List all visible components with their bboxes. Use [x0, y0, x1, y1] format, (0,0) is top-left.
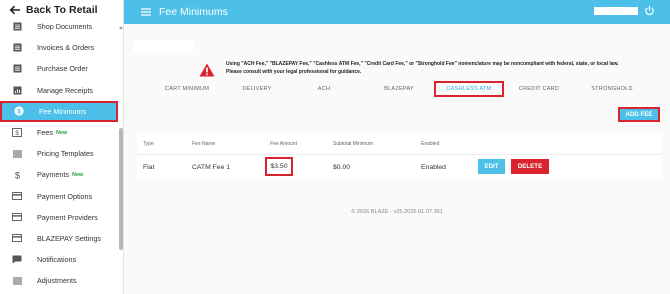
sidebar-item-fee-minimums[interactable]: $ Fee Minimums: [0, 100, 118, 122]
power-icon[interactable]: [644, 5, 655, 16]
sidebar-item-label: Shop Documents: [37, 22, 93, 32]
hamburger-menu-icon[interactable]: [141, 7, 151, 17]
tab-stronghold[interactable]: STRONGHOLD: [584, 81, 640, 97]
delete-button[interactable]: DELETE: [511, 159, 549, 174]
cell-subtotal-minimum: $0.00: [333, 164, 351, 171]
sidebar-item-pricing-templates[interactable]: Pricing Templates: [0, 143, 118, 164]
sidebar-item-label: Fees: [37, 128, 53, 138]
list-icon: [12, 43, 22, 53]
svg-text:$: $: [17, 109, 21, 116]
sidebar-item-label: Adjustments: [37, 276, 77, 286]
location-selector[interactable]: [133, 40, 193, 52]
tab-cart-minimum[interactable]: CART MINIMUM: [154, 81, 220, 97]
header-divider: [137, 154, 661, 155]
sidebar-item-label: Notifications: [37, 255, 77, 265]
sidebar-item-label: Payment Providers: [37, 212, 98, 222]
sidebar-item-manage-receipts[interactable]: Manage Receipts: [0, 80, 118, 101]
app: Back To Retail Shop Documents Invoices &…: [0, 0, 670, 294]
column-header-type: Type: [143, 141, 154, 147]
dollar-icon: $: [12, 170, 22, 180]
sidebar-item-payment-providers[interactable]: Payment Providers: [0, 207, 118, 228]
sidebar-item-label: Fee Minimums: [39, 106, 87, 116]
card-icon: [12, 212, 22, 222]
cell-fee-name: CATM Fee 1: [192, 164, 231, 171]
sidebar-item-label: Payment Options: [37, 191, 93, 201]
sidebar-item-shop-documents[interactable]: Shop Documents: [0, 16, 118, 37]
column-header-fee-amount: Fee Amount: [270, 141, 297, 147]
back-to-retail-label: Back To Retail: [26, 4, 98, 16]
sidebar-item-payments[interactable]: $ Payments New: [0, 164, 118, 185]
tab-delivery[interactable]: DELIVERY: [234, 81, 280, 97]
column-header-fee-name: Fee Name: [192, 141, 216, 147]
sidebar-item-label: Invoices & Orders: [37, 43, 95, 53]
chart-icon: [12, 85, 22, 95]
sidebar-item-label: Payments: [37, 170, 69, 180]
sidebar-nav: Shop Documents Invoices & Orders Purchas…: [0, 16, 118, 291]
footer-copyright: © 2026 BLAZE - v25.2026.01.07.361: [351, 209, 443, 215]
tab-credit-card[interactable]: CREDIT CARD: [514, 81, 564, 97]
sidebar-item-label: Pricing Templates: [37, 149, 94, 159]
sidebar-item-label: BLAZEPAY Settings: [37, 233, 101, 243]
column-header-subtotal-minimum: Subtotal Minimum: [333, 141, 374, 147]
sidebar-item-blazepay-settings[interactable]: BLAZEPAY Settings: [0, 228, 118, 249]
user-menu[interactable]: [594, 7, 638, 15]
main-content: Using "ACH Fee," "BLAZEPAY Fee," "Cashle…: [124, 24, 670, 294]
chat-icon: [12, 255, 22, 265]
card-icon: [12, 191, 22, 201]
tab-blazepay[interactable]: BLAZEPAY: [377, 81, 421, 97]
warning-line-1: Using "ACH Fee," "BLAZEPAY Fee," "Cashle…: [226, 61, 619, 67]
sidebar-item-fees[interactable]: $ Fees New: [0, 122, 118, 143]
page-title: Fee Minimums: [159, 6, 228, 18]
cell-enabled: Enabled: [421, 164, 446, 171]
sidebar-item-notifications[interactable]: Notifications: [0, 249, 118, 270]
sidebar-scrollbar[interactable]: [119, 128, 123, 250]
fee-type-tabs: CART MINIMUM DELIVERY ACH BLAZEPAY CASHL…: [154, 81, 644, 97]
warning-line-2: Please consult with your legal professio…: [226, 68, 362, 75]
sidebar-item-adjustments[interactable]: Adjustments: [0, 270, 118, 291]
lines-icon: [12, 276, 22, 286]
compliance-warning: Using "ACH Fee," "BLAZEPAY Fee," "Cashle…: [226, 61, 646, 76]
lines-icon: [12, 149, 22, 159]
warning-icon: [199, 63, 215, 77]
svg-text:$: $: [14, 170, 19, 180]
top-header: Fee Minimums: [124, 0, 670, 24]
column-header-enabled: Enabled: [421, 141, 440, 147]
tab-cashless-atm[interactable]: CASHLESS ATM: [434, 81, 504, 97]
arrow-left-icon: [9, 5, 20, 15]
sidebar-item-payment-options[interactable]: Payment Options: [0, 186, 118, 207]
new-badge: New: [55, 129, 68, 136]
tab-ach[interactable]: ACH: [309, 81, 339, 97]
list-icon: [12, 64, 22, 74]
fees-table: Type Fee Name Fee Amount Subtotal Minimu…: [137, 133, 661, 179]
add-fee-button[interactable]: ADD FEE: [618, 107, 660, 122]
sidebar-item-purchase-order[interactable]: Purchase Order: [0, 58, 118, 79]
document-icon: [12, 22, 22, 32]
cell-fee-amount: $3.50: [265, 157, 293, 176]
card-icon: [12, 233, 22, 243]
sidebar-item-label: Purchase Order: [37, 64, 88, 74]
edit-button[interactable]: EDIT: [478, 159, 505, 174]
cell-type: Flat: [143, 164, 155, 171]
sidebar-item-invoices-orders[interactable]: Invoices & Orders: [0, 37, 118, 58]
scroll-up-arrow[interactable]: [119, 26, 123, 29]
dollar-circle-icon: $: [14, 106, 24, 116]
sidebar-item-label: Manage Receipts: [37, 85, 93, 95]
dollar-square-icon: $: [12, 128, 22, 138]
new-badge: New: [71, 171, 84, 178]
sidebar: Back To Retail Shop Documents Invoices &…: [0, 0, 124, 294]
